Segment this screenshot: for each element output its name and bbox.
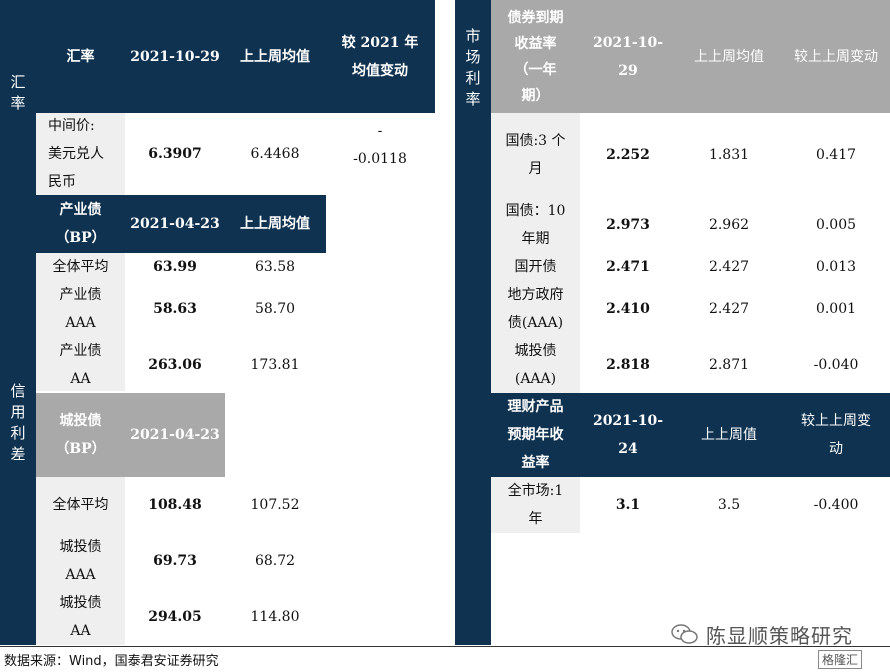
bond-row-change: 0.001 bbox=[815, 301, 857, 317]
wealth-header-change: 较上上周变 动 bbox=[801, 413, 871, 457]
wealth-header-label: 理财产品 预期年收 益率 bbox=[507, 399, 564, 471]
urban-row-prev: 107.52 bbox=[250, 497, 300, 513]
bond-row-change: 0.013 bbox=[815, 259, 857, 275]
industrial-header-label: 产业债 （BP） bbox=[55, 202, 106, 246]
fx-row-prev: 6.4468 bbox=[250, 146, 300, 162]
bond-row-label: 国债：10 年期 bbox=[505, 203, 566, 247]
industrial-header-prev: 上上周均值 bbox=[240, 216, 310, 232]
industrial-row-label: 产业债 AAA bbox=[59, 287, 102, 331]
urban-row-label: 城投债 AAA bbox=[59, 539, 102, 583]
bond-row-prev: 2.871 bbox=[708, 357, 750, 373]
wealth-row-value: 3.1 bbox=[615, 497, 641, 513]
fx-header-prev: 上上周均值 bbox=[240, 48, 310, 65]
watermark-logo: 格隆汇 bbox=[818, 650, 863, 669]
watermark: 陈显顺策略研究 格隆汇 bbox=[668, 618, 890, 672]
fx-section-label: 汇率 bbox=[8, 74, 27, 116]
watermark-text: 陈显顺策略研究 bbox=[706, 624, 853, 648]
bond-header-date: 2021-10- 29 bbox=[592, 34, 664, 79]
credit-section-label: 信用利差 bbox=[8, 383, 27, 467]
footer-source: 数据来源：Wind，国泰君安证券研究 bbox=[4, 654, 219, 669]
bond-row-label: 国债:3 个 月 bbox=[505, 133, 566, 177]
fx-header-change: 较 2021 年 均值变动 bbox=[341, 34, 419, 79]
fx-header-label: 汇率 bbox=[66, 48, 95, 65]
industrial-row-prev: 58.70 bbox=[254, 301, 296, 317]
bond-row-value: 2.252 bbox=[606, 147, 650, 163]
wealth-row-label: 全市场:1 年 bbox=[507, 483, 564, 527]
urban-row-value: 294.05 bbox=[148, 609, 202, 625]
wealth-header-date: 2021-10- 24 bbox=[592, 413, 664, 457]
bond-row-value: 2.973 bbox=[606, 217, 650, 233]
bond-row-prev: 1.831 bbox=[708, 147, 750, 163]
bond-header-label: 债券到期 收益率 （一年 期） bbox=[507, 9, 564, 104]
urban-row-value: 108.48 bbox=[148, 497, 202, 513]
bond-row-prev: 2.427 bbox=[708, 301, 750, 317]
wealth-row-change: -0.400 bbox=[813, 497, 859, 513]
bond-row-value: 2.410 bbox=[606, 301, 650, 317]
urban-row-label: 全体平均 bbox=[52, 497, 109, 513]
bond-row-label: 城投债 (AAA) bbox=[514, 343, 557, 387]
fx-row-change: - -0.0118 bbox=[353, 123, 407, 167]
urban-row-value: 69.73 bbox=[153, 553, 197, 569]
industrial-row-label: 产业债 AA bbox=[59, 343, 102, 387]
urban-header-date: 2021-04-23 bbox=[130, 427, 220, 443]
industrial-row-prev: 63.58 bbox=[254, 259, 296, 275]
industrial-row-label: 全体平均 bbox=[52, 259, 109, 275]
bond-row-value: 2.818 bbox=[606, 357, 650, 373]
urban-header-label: 城投债 （BP） bbox=[55, 413, 106, 457]
wechat-icon bbox=[671, 624, 698, 644]
urban-row-prev: 68.72 bbox=[254, 553, 296, 569]
fx-row-label: 中间价: 美元兑人 民币 bbox=[48, 118, 104, 190]
bond-row-change: -0.040 bbox=[813, 357, 859, 373]
fx-header-date: 2021-10-29 bbox=[130, 48, 220, 65]
bond-row-label: 地方政府 债(AAA) bbox=[507, 287, 564, 331]
industrial-row-value: 63.99 bbox=[153, 259, 197, 275]
industrial-row-value: 58.63 bbox=[153, 301, 197, 317]
bond-row-change: 0.005 bbox=[815, 217, 857, 233]
bond-row-prev: 2.427 bbox=[708, 259, 750, 275]
fx-row-value: 6.3907 bbox=[148, 146, 202, 162]
industrial-row-prev: 173.81 bbox=[250, 357, 300, 373]
industrial-header-date: 2021-04-23 bbox=[130, 216, 220, 232]
urban-row-prev: 114.80 bbox=[250, 609, 300, 625]
bond-row-prev: 2.962 bbox=[708, 217, 750, 233]
bond-row-label: 国开债 bbox=[514, 259, 557, 275]
bond-header-prev: 上上周均值 bbox=[694, 48, 764, 65]
urban-row-label: 城投债 AA bbox=[59, 595, 102, 639]
bond-row-value: 2.471 bbox=[606, 259, 650, 275]
footer-rule bbox=[0, 646, 890, 647]
bond-header-change: 较上上周变动 bbox=[794, 48, 878, 65]
industrial-row-value: 263.06 bbox=[148, 357, 202, 373]
wealth-row-prev: 3.5 bbox=[717, 497, 741, 513]
market-section-label: 市场利率 bbox=[463, 28, 482, 112]
bond-row-change: 0.417 bbox=[815, 147, 857, 163]
wealth-header-prev: 上上周值 bbox=[701, 427, 757, 443]
